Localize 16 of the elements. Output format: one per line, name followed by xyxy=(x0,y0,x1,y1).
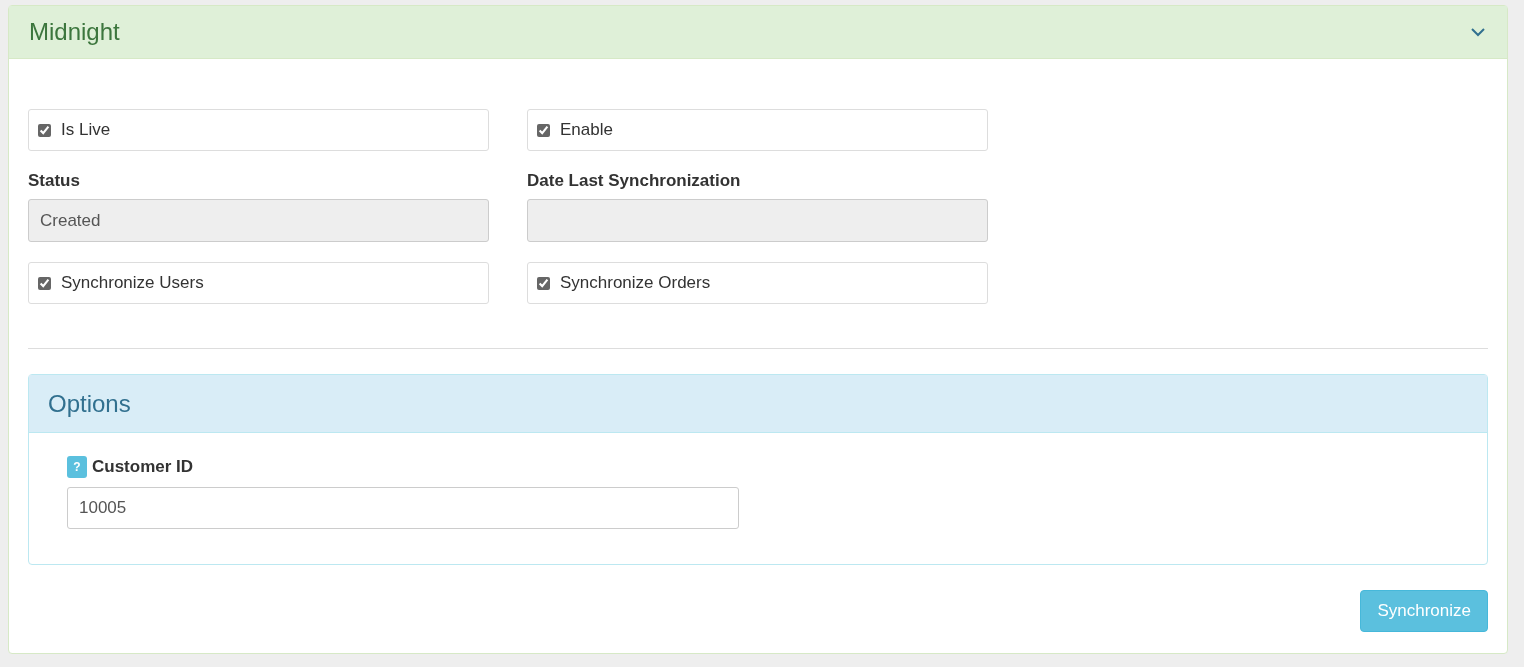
checkbox-label: Synchronize Orders xyxy=(560,272,711,295)
checkbox[interactable] xyxy=(537,276,550,290)
checkbox[interactable] xyxy=(38,123,51,137)
checkbox[interactable] xyxy=(537,123,550,137)
chevron-down-icon[interactable] xyxy=(1471,27,1485,37)
panel-title: Midnight xyxy=(29,17,120,47)
input-field[interactable]: 10005 xyxy=(67,486,739,529)
options-title: Options xyxy=(48,388,131,419)
field-label: Status xyxy=(28,171,81,191)
checkbox-label: Synchronize Users xyxy=(61,272,204,295)
field-label: Date Last Synchronization xyxy=(527,171,742,191)
checkbox[interactable] xyxy=(38,276,51,290)
field-label: Customer ID xyxy=(92,456,194,478)
checkbox-label: Enable xyxy=(560,119,613,142)
checkbox-label: Is Live xyxy=(61,119,111,142)
panel-header[interactable]: Midnight xyxy=(9,6,1507,59)
